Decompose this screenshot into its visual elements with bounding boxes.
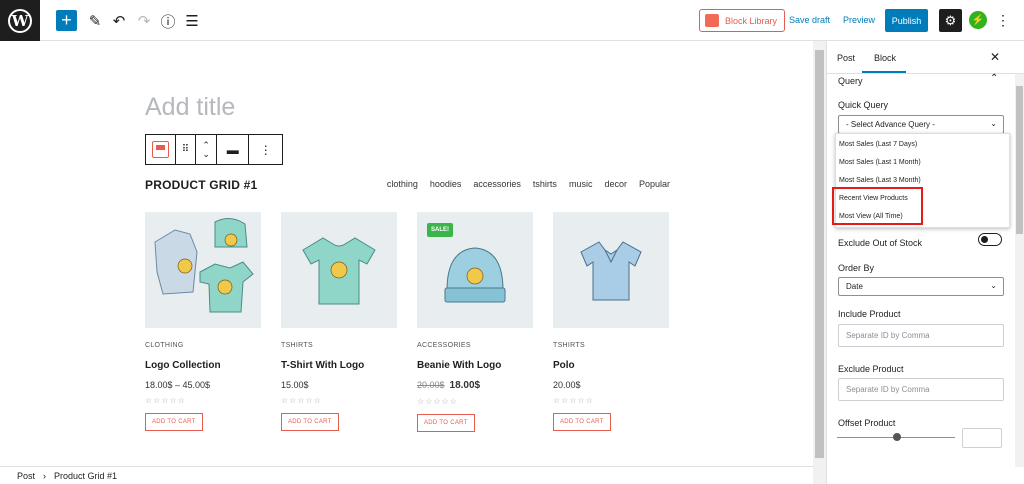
product-image[interactable] <box>281 212 397 328</box>
post-title-input[interactable]: Add title <box>145 93 235 122</box>
quick-query-label: Quick Query <box>838 100 889 110</box>
product-category: TSHIRTS <box>281 342 313 349</box>
wordpress-logo-icon[interactable]: W <box>0 0 40 41</box>
publish-button[interactable]: Publish <box>885 9 928 32</box>
undo-icon[interactable]: ↶ <box>108 10 130 32</box>
query-section-title[interactable]: Query <box>838 76 863 86</box>
preview-button[interactable]: Preview <box>843 15 875 25</box>
product-image[interactable] <box>145 212 261 328</box>
product-price: 20.00$ 18.00$ <box>417 380 533 391</box>
product-name[interactable]: Beanie With Logo <box>417 360 533 371</box>
info-icon[interactable]: ⓘ <box>157 10 179 32</box>
product-category: TSHIRTS <box>553 342 585 349</box>
exclude-stock-label: Exclude Out of Stock <box>838 238 923 248</box>
redo-icon[interactable]: ↷ <box>133 10 155 32</box>
quick-query-select[interactable]: - Select Advance Query - ⌄ <box>838 115 1004 134</box>
filter-accessories[interactable]: accessories <box>473 179 521 189</box>
offset-product-label: Offset Product <box>838 418 896 428</box>
tab-block[interactable]: Block <box>874 53 896 63</box>
order-by-label: Order By <box>838 263 875 273</box>
exclude-stock-toggle[interactable] <box>978 233 1002 246</box>
filter-popular[interactable]: Popular <box>639 179 670 189</box>
drag-handle-icon[interactable]: ⠿ <box>176 135 197 164</box>
include-product-label: Include Product <box>838 309 901 319</box>
jetpack-icon[interactable]: ⚡ <box>969 11 987 29</box>
align-icon[interactable]: ▬ <box>217 135 250 164</box>
block-options-icon[interactable]: ⋮ <box>249 135 282 164</box>
product-card: CLOTHING Logo Collection 18.00$ – 45.00$… <box>145 212 261 431</box>
highlight-box <box>832 187 923 225</box>
order-by-select[interactable]: Date ⌄ <box>838 277 1004 296</box>
sidebar-tabs: Post Block ✕ <box>827 41 1024 74</box>
sale-price: 18.00$ <box>449 380 481 391</box>
rating-stars-icon: ☆☆☆☆☆ <box>281 396 322 405</box>
top-toolbar: W + ✎ ↶ ↷ ⓘ ☰ Block Library Save draft P… <box>0 0 1024 41</box>
close-icon[interactable]: ✕ <box>990 50 1000 64</box>
product-category: ACCESSORIES <box>417 342 471 349</box>
product-name[interactable]: Logo Collection <box>145 360 261 371</box>
exclude-product-input[interactable]: Separate ID by Comma <box>838 378 1004 401</box>
save-draft-button[interactable]: Save draft <box>789 15 830 25</box>
filter-decor[interactable]: decor <box>604 179 627 189</box>
rating-stars-icon: ☆☆☆☆☆ <box>145 396 186 405</box>
dropdown-option[interactable]: Most Sales (Last 1 Month) <box>836 153 1009 171</box>
exclude-product-label: Exclude Product <box>838 364 904 374</box>
product-grid-icon <box>151 141 169 158</box>
product-price: 18.00$ – 45.00$ <box>145 380 211 390</box>
breadcrumb: Post › Product Grid #1 <box>0 466 813 484</box>
settings-sidebar: Post Block ✕ Query ⌃ Quick Query - Selec… <box>826 41 1024 484</box>
chevron-up-icon[interactable]: ⌃ <box>990 73 998 84</box>
block-library-label: Block Library <box>725 15 778 26</box>
block-toolbar: ⠿ ⌃ ⌄ ▬ ⋮ <box>145 134 283 165</box>
add-to-cart-button[interactable]: ADD TO CART <box>417 414 475 432</box>
list-view-icon[interactable]: ☰ <box>181 10 203 32</box>
block-type-button[interactable] <box>146 135 176 164</box>
chevron-right-icon: › <box>43 470 47 481</box>
more-options-icon[interactable]: ⋮ <box>996 12 1010 29</box>
include-product-input[interactable]: Separate ID by Comma <box>838 324 1004 347</box>
product-category: CLOTHING <box>145 342 184 349</box>
product-card: TSHIRTS T-Shirt With Logo 15.00$ ☆☆☆☆☆ A… <box>281 212 397 431</box>
old-price: 20.00$ <box>417 380 445 390</box>
breadcrumb-root[interactable]: Post <box>17 471 35 481</box>
product-grid-heading: PRODUCT GRID #1 <box>145 178 258 192</box>
shopping-bag-icon <box>705 14 719 27</box>
offset-slider-thumb[interactable] <box>893 433 901 441</box>
rating-stars-icon: ☆☆☆☆☆ <box>417 397 458 406</box>
add-to-cart-button[interactable]: ADD TO CART <box>281 413 339 431</box>
active-tab-indicator <box>862 71 906 73</box>
tab-post[interactable]: Post <box>837 53 855 63</box>
filter-hoodies[interactable]: hoodies <box>430 179 462 189</box>
product-name[interactable]: T-Shirt With Logo <box>281 360 397 371</box>
breadcrumb-current[interactable]: Product Grid #1 <box>54 471 117 481</box>
product-price: 20.00$ <box>553 380 581 390</box>
add-block-button[interactable]: + <box>56 10 77 31</box>
settings-gear-icon[interactable]: ⚙ <box>939 9 962 32</box>
product-price: 15.00$ <box>281 380 309 390</box>
block-library-button[interactable]: Block Library <box>699 9 785 32</box>
add-to-cart-button[interactable]: ADD TO CART <box>553 413 611 431</box>
chevron-down-icon: ⌄ <box>990 119 997 128</box>
filter-tshirts[interactable]: tshirts <box>533 179 557 189</box>
dropdown-option[interactable]: Most Sales (Last 7 Days) <box>836 135 1009 153</box>
sale-badge: SALE! <box>427 223 453 237</box>
product-card: SALE! ACCESSORIES Beanie With Logo 20.00… <box>417 212 533 432</box>
rating-stars-icon: ☆☆☆☆☆ <box>553 396 594 405</box>
filter-clothing[interactable]: clothing <box>387 179 418 189</box>
editor-scrollbar-thumb[interactable] <box>815 50 824 458</box>
move-up-down-icon[interactable]: ⌃ ⌄ <box>196 135 217 164</box>
category-filter-list: clothing hoodies accessories tshirts mus… <box>387 179 670 189</box>
filter-music[interactable]: music <box>569 179 593 189</box>
offset-number-input[interactable] <box>962 428 1002 448</box>
add-to-cart-button[interactable]: ADD TO CART <box>145 413 203 431</box>
product-image[interactable] <box>553 212 669 328</box>
product-name[interactable]: Polo <box>553 360 669 371</box>
product-image[interactable]: SALE! <box>417 212 533 328</box>
chevron-down-icon: ⌄ <box>990 281 997 290</box>
product-card: TSHIRTS Polo 20.00$ ☆☆☆☆☆ ADD TO CART <box>553 212 669 431</box>
sidebar-scrollbar-thumb[interactable] <box>1016 86 1023 234</box>
edit-tool-icon[interactable]: ✎ <box>84 10 106 32</box>
